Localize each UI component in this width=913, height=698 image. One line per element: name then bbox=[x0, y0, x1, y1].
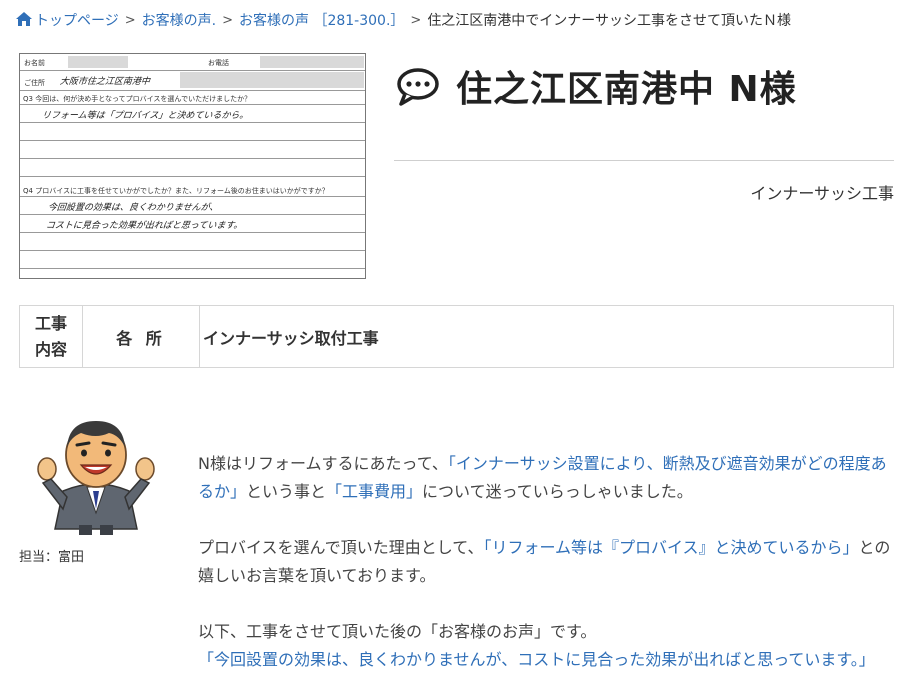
comment-text: について迷っていらっしゃいました。 bbox=[422, 482, 693, 501]
title-divider bbox=[394, 160, 894, 161]
customer-comment: N様はリフォームするにあたって、「インナーサッシ設置により、断熱及び遮音効果がど… bbox=[198, 450, 898, 698]
survey-rule bbox=[20, 176, 365, 177]
survey-scan-image[interactable]: お名前 お電話 ご住所 大阪市住之江区南港中 Q3 今回は、何が決め手となってプ… bbox=[19, 53, 366, 279]
redaction-block bbox=[180, 72, 364, 88]
survey-a4-line2: コストに見合った効果が出ればと思っています。 bbox=[45, 221, 244, 231]
survey-a4-line1: 今回設置の効果は、良くわかりませんが、 bbox=[47, 203, 219, 213]
survey-rule bbox=[20, 104, 365, 105]
survey-name-label: お名前 bbox=[24, 59, 45, 67]
comment-quote: 「今回設置の効果は、良くわかりませんが、コストに見合った効果が出ればと思っていま… bbox=[198, 650, 875, 669]
survey-rule bbox=[20, 158, 365, 159]
breadcrumb-home-label: トップページ bbox=[35, 13, 119, 29]
survey-rule bbox=[20, 90, 365, 91]
comment-paragraph-3: 以下、工事をさせて頂いた後の「お客様のお声」です。「今回設置の効果は、良くわかり… bbox=[198, 618, 898, 674]
survey-rule bbox=[20, 70, 365, 71]
breadcrumb-home-link[interactable]: トップページ bbox=[16, 10, 119, 30]
breadcrumb-range-link[interactable]: お客様の声 ［281-300.］ bbox=[239, 10, 404, 30]
comment-paragraph-1: N様はリフォームするにあたって、「インナーサッシ設置により、断熱及び遮音効果がど… bbox=[198, 450, 898, 506]
staff-avatar bbox=[37, 421, 155, 535]
work-category: インナーサッシ工事 bbox=[750, 184, 894, 203]
redaction-block bbox=[260, 56, 364, 68]
survey-a3: リフォーム等は「プロバイス」と決めているから。 bbox=[41, 111, 249, 121]
chevron-right-icon: > bbox=[124, 12, 136, 28]
work-details-table: 工事 内容 各 所 インナーサッシ取付工事 bbox=[19, 305, 894, 368]
comment-text: プロバイスを選んで頂いた理由として、 bbox=[198, 538, 484, 557]
page-title-block: 住之江区南港中 N様 bbox=[396, 60, 797, 112]
work-content: インナーサッシ取付工事 bbox=[203, 328, 379, 348]
work-details-header: 工事 内容 bbox=[20, 306, 83, 367]
breadcrumb: トップページ > お客様の声. > お客様の声 ［281-300.］ > 住之江… bbox=[16, 9, 906, 31]
comment-text: 以下、工事をさせて頂いた後の「お客様のお声」です。 bbox=[198, 622, 597, 641]
redaction-block bbox=[68, 56, 128, 68]
work-details-label-line2: 内容 bbox=[34, 339, 67, 359]
survey-rule bbox=[20, 214, 365, 215]
chevron-right-icon: > bbox=[222, 12, 233, 28]
comment-quote: 「リフォーム等は『プロバイス』と決めているから」 bbox=[483, 538, 859, 557]
survey-phone-label: お電話 bbox=[208, 59, 229, 67]
comment-quote: 「工事費用」 bbox=[326, 482, 423, 501]
survey-rule bbox=[20, 122, 365, 123]
chevron-right-icon: > bbox=[410, 12, 422, 28]
breadcrumb-voices-link[interactable]: お客様の声. bbox=[142, 10, 216, 30]
survey-address-label: ご住所 bbox=[24, 79, 45, 87]
page-title: 住之江区南港中 N様 bbox=[456, 69, 797, 110]
work-location: 各 所 bbox=[83, 306, 200, 367]
survey-rule bbox=[20, 140, 365, 141]
survey-rule bbox=[20, 268, 365, 269]
comment-paragraph-2: プロバイスを選んで頂いた理由として、「リフォーム等は『プロバイス』と決めているか… bbox=[198, 534, 898, 590]
survey-rule bbox=[20, 250, 365, 251]
breadcrumb-current: 住之江区南港中でインナーサッシ工事をさせて頂いたＮ様 bbox=[427, 13, 792, 29]
survey-rule bbox=[20, 196, 365, 197]
home-icon bbox=[16, 12, 32, 26]
work-details-label-line1: 工事 bbox=[34, 313, 67, 333]
survey-q3: Q3 今回は、何が決め手となってプロバイスを選んでいただけましたか？ bbox=[23, 95, 252, 103]
speech-bubble-icon bbox=[397, 68, 439, 106]
survey-q4: Q4 プロバイスに工事を任せていかがでしたか？また、リフォーム後のお住まいはいか… bbox=[23, 187, 329, 195]
survey-rule bbox=[20, 232, 365, 233]
survey-address-value: 大阪市住之江区南港中 bbox=[59, 77, 151, 87]
staff-name: 担当：富田 bbox=[19, 550, 85, 565]
comment-text: N様はリフォームするにあたって、 bbox=[198, 454, 448, 473]
comment-text: という事と bbox=[246, 482, 327, 501]
